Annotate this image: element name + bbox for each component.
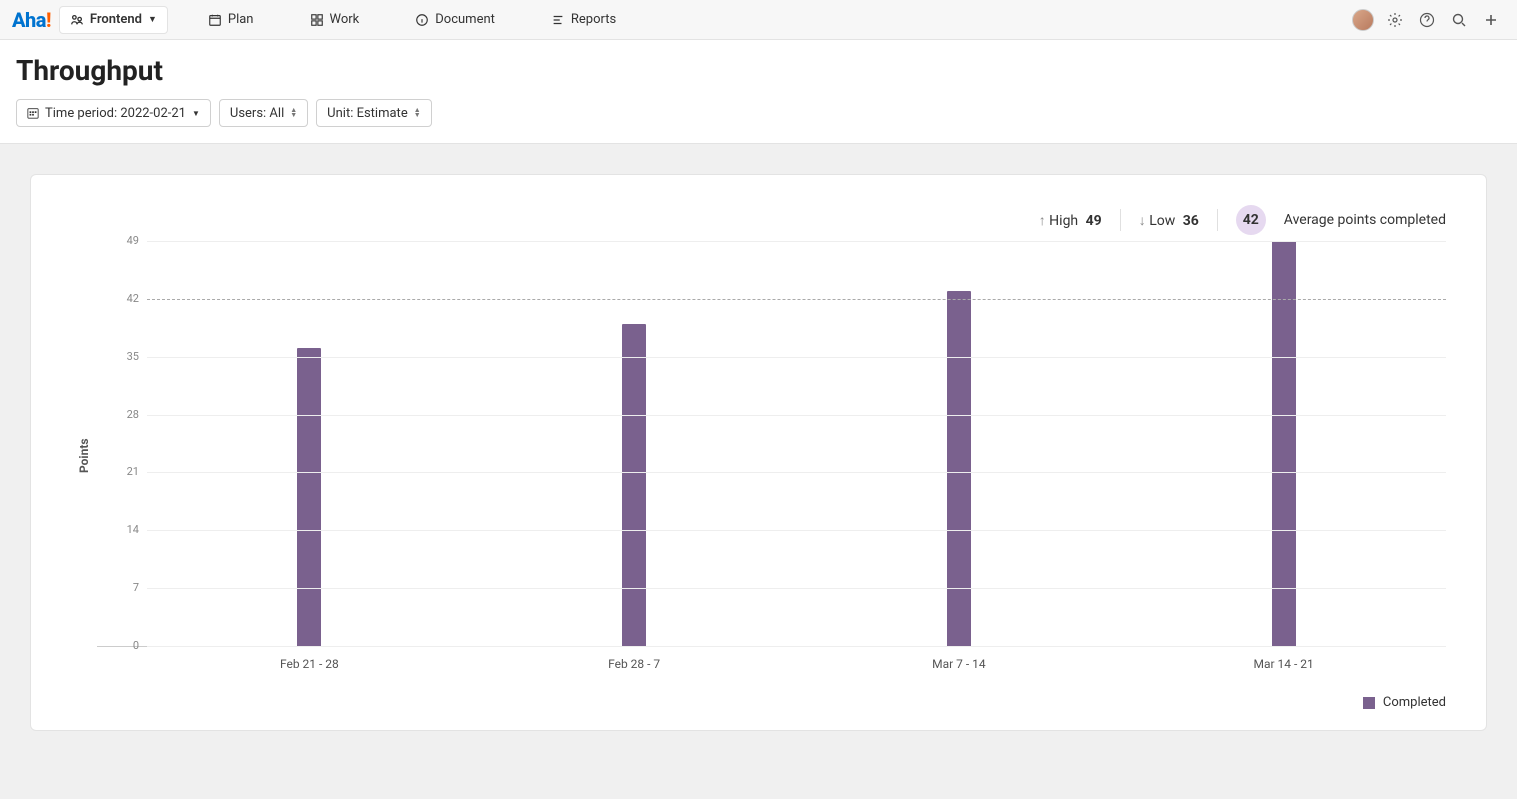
bar-completed[interactable] xyxy=(297,348,321,646)
bar-slot xyxy=(147,241,472,646)
summary-stats: ↑ High 49 ↓ Low 36 42 Average points com… xyxy=(71,205,1446,235)
y-tick: 14 xyxy=(97,523,139,536)
gridline: 7 xyxy=(147,588,1446,589)
workspace-name: Frontend xyxy=(90,12,142,27)
gridline: 42 xyxy=(147,299,1446,300)
throughput-chart: Points 0 7 14 21 28 35 42 49 Feb 21 - 28Feb 28 … xyxy=(71,241,1446,671)
arrow-down-icon: ↓ xyxy=(1139,213,1146,229)
legend-label-completed: Completed xyxy=(1383,695,1446,710)
stat-average-label: Average points completed xyxy=(1284,212,1446,228)
x-tick: Feb 21 - 28 xyxy=(147,647,472,671)
filter-unit[interactable]: Unit: Estimate ▲▼ xyxy=(316,99,431,127)
x-axis: Feb 21 - 28Feb 28 - 7Mar 7 - 14Mar 14 - … xyxy=(147,647,1446,671)
gridline: 0 xyxy=(147,646,1446,647)
page-title: Throughput xyxy=(16,54,1501,87)
filter-label: Time period: 2022-02-21 xyxy=(45,106,186,121)
y-tick: 21 xyxy=(97,465,139,478)
gear-icon xyxy=(1387,12,1403,28)
gridline: 21 xyxy=(147,472,1446,473)
nav-label: Work xyxy=(330,12,360,27)
bar-completed[interactable] xyxy=(622,324,646,646)
gridline: 49 xyxy=(147,241,1446,242)
workspace-switcher[interactable]: Frontend ▼ xyxy=(59,6,168,34)
stat-value: 49 xyxy=(1086,213,1102,229)
stat-average-badge: 42 xyxy=(1236,205,1266,235)
y-tick: 49 xyxy=(97,234,139,247)
nav-label: Plan xyxy=(228,12,254,27)
filter-label: Users: All xyxy=(230,106,284,121)
gridline: 28 xyxy=(147,415,1446,416)
logo-text: Aha xyxy=(12,8,46,32)
filter-label: Unit: Estimate xyxy=(327,106,408,121)
bar-completed[interactable] xyxy=(1272,241,1296,646)
nav-reports[interactable]: Reports xyxy=(535,6,632,34)
x-tick: Feb 28 - 7 xyxy=(472,647,797,671)
x-tick: Mar 7 - 14 xyxy=(797,647,1122,671)
nav-document[interactable]: Document xyxy=(399,6,511,34)
app-logo[interactable]: Aha! xyxy=(12,8,51,32)
divider xyxy=(1217,209,1218,231)
x-tick: Mar 14 - 21 xyxy=(1121,647,1446,671)
help-button[interactable] xyxy=(1413,6,1441,34)
filter-time-period[interactable]: Time period: 2022-02-21 ▼ xyxy=(16,99,211,127)
user-avatar[interactable] xyxy=(1349,6,1377,34)
bar-slot xyxy=(472,241,797,646)
report-canvas: ↑ High 49 ↓ Low 36 42 Average points com… xyxy=(0,144,1517,799)
arrow-up-icon: ↑ xyxy=(1039,213,1046,229)
board-icon xyxy=(310,13,324,27)
sort-icon: ▲▼ xyxy=(414,108,421,118)
nav-label: Document xyxy=(435,12,495,27)
page-header: Throughput Time period: 2022-02-21 ▼ Use… xyxy=(0,40,1517,144)
nav-plan[interactable]: Plan xyxy=(192,6,270,34)
y-tick: 35 xyxy=(97,350,139,363)
calendar-grid-icon xyxy=(27,107,39,119)
search-icon xyxy=(1451,12,1467,28)
bar-slot xyxy=(1121,241,1446,646)
bar-completed[interactable] xyxy=(947,291,971,646)
calendar-icon xyxy=(208,13,222,27)
help-icon xyxy=(1419,12,1435,28)
bar-slot xyxy=(797,241,1122,646)
throughput-card: ↑ High 49 ↓ Low 36 42 Average points com… xyxy=(30,174,1487,731)
stat-label: Low xyxy=(1149,213,1175,229)
stat-value: 36 xyxy=(1183,213,1199,229)
filter-row: Time period: 2022-02-21 ▼ Users: All ▲▼ … xyxy=(16,99,1501,127)
y-tick: 28 xyxy=(97,408,139,421)
y-tick: 0 xyxy=(97,639,139,652)
divider xyxy=(1120,209,1121,231)
stat-high: ↑ High 49 xyxy=(1039,212,1102,229)
nav-label: Reports xyxy=(571,12,616,27)
y-axis-label: Points xyxy=(71,241,97,671)
stat-low: ↓ Low 36 xyxy=(1139,212,1199,229)
filter-users[interactable]: Users: All ▲▼ xyxy=(219,99,308,127)
logo-bang: ! xyxy=(46,8,51,32)
settings-button[interactable] xyxy=(1381,6,1409,34)
gridline: 35 xyxy=(147,357,1446,358)
y-tick: 7 xyxy=(97,581,139,594)
y-tick: 42 xyxy=(97,292,139,305)
reports-icon xyxy=(551,13,565,27)
plot-area: 0 7 14 21 28 35 42 49 xyxy=(97,241,1446,647)
caret-down-icon: ▼ xyxy=(148,14,157,25)
legend-swatch-completed xyxy=(1363,697,1375,709)
stat-label: High xyxy=(1049,213,1078,229)
top-nav: Aha! Frontend ▼ Plan Work Document Repor… xyxy=(0,0,1517,40)
legend: Completed xyxy=(71,695,1446,710)
team-icon xyxy=(70,13,84,27)
nav-work[interactable]: Work xyxy=(294,6,376,34)
info-icon xyxy=(415,13,429,27)
caret-down-icon: ▼ xyxy=(192,109,200,118)
sort-icon: ▲▼ xyxy=(290,108,297,118)
search-button[interactable] xyxy=(1445,6,1473,34)
gridline: 14 xyxy=(147,530,1446,531)
plus-icon xyxy=(1483,12,1499,28)
add-button[interactable] xyxy=(1477,6,1505,34)
